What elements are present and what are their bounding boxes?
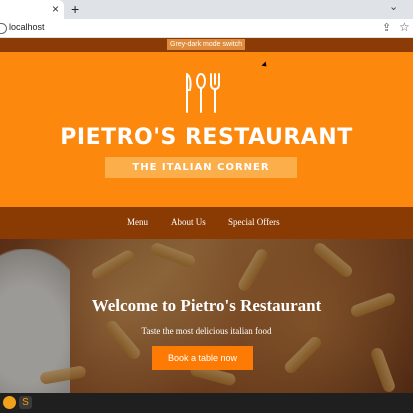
header-banner: PIETRO'S RESTAURANT THE ITALIAN CORNER bbox=[0, 52, 413, 207]
welcome-heading: Welcome to Pietro's Restaurant bbox=[91, 296, 322, 315]
chevron-down-icon[interactable]: ⌄ bbox=[389, 0, 398, 13]
browser-tab-bar: × + ⌄ bbox=[0, 0, 413, 19]
close-tab-icon[interactable]: × bbox=[52, 2, 59, 16]
bookmark-star-icon[interactable]: ☆ bbox=[399, 20, 410, 34]
firefox-icon[interactable] bbox=[3, 396, 16, 409]
main-nav: Menu About Us Special Offers bbox=[0, 207, 413, 239]
nav-link-menu[interactable]: Menu bbox=[127, 217, 148, 227]
url-text[interactable]: localhost bbox=[9, 22, 45, 32]
new-tab-icon[interactable]: + bbox=[71, 1, 79, 17]
book-table-button[interactable]: Book a table now bbox=[152, 346, 253, 370]
web-page: Grey-dark mode switch PIETRO'S RESTAURAN… bbox=[0, 38, 413, 393]
restaurant-title: PIETRO'S RESTAURANT bbox=[60, 125, 353, 150]
mode-bar: Grey-dark mode switch bbox=[0, 38, 413, 52]
taskbar: S bbox=[0, 393, 413, 413]
restaurant-subtitle: THE ITALIAN CORNER bbox=[105, 157, 297, 178]
share-icon[interactable]: ⇪ bbox=[382, 21, 391, 34]
hero-image-banner: Welcome to Pietro's Restaurant Taste the… bbox=[0, 239, 413, 393]
nav-link-about-us[interactable]: About Us bbox=[171, 217, 206, 227]
welcome-tagline: Taste the most delicious italian food bbox=[141, 326, 272, 336]
cutlery-icon bbox=[186, 73, 220, 113]
browser-tab[interactable]: × bbox=[0, 0, 64, 19]
site-info-icon[interactable] bbox=[0, 23, 7, 34]
nav-link-special-offers[interactable]: Special Offers bbox=[228, 217, 280, 227]
sublime-icon[interactable]: S bbox=[19, 396, 32, 409]
dark-mode-switch-button[interactable]: Grey-dark mode switch bbox=[167, 39, 245, 50]
address-bar[interactable]: localhost ⇪ ☆ bbox=[0, 19, 413, 38]
